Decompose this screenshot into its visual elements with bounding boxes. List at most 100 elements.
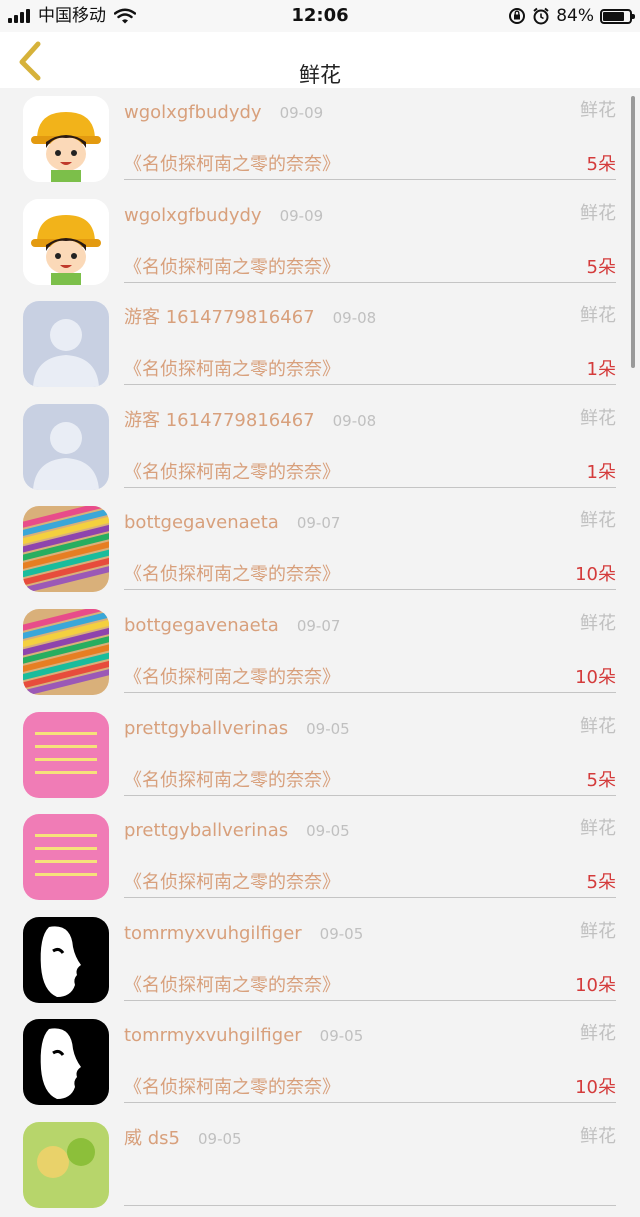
cartoon-girl-avatar <box>23 96 109 182</box>
avatar[interactable] <box>23 506 109 593</box>
sender-name: bottgegavenaeta 09-07 <box>124 512 340 534</box>
gift-list-item[interactable]: 游客 1614779816467 09-08 鲜花《名侦探柯南之零的奈奈》 1朵 <box>0 293 640 396</box>
page-title: 鲜花 <box>299 63 341 87</box>
work-title: 《名侦探柯南之零的奈奈》 <box>124 564 340 586</box>
gift-list-item[interactable]: tomrmyxvuhgilfiger 09-05 鲜花 《名侦探柯南之零的奈奈》 10朵 <box>0 909 640 1012</box>
sender-name: 游客 1614779816467 09-08 <box>124 307 376 329</box>
gift-list-item[interactable]: bottgegavenaeta 09-07 鲜花 《名侦探柯南之零的奈奈》 10朵 <box>0 498 640 601</box>
gift-date: 09-09 <box>279 206 324 225</box>
divider <box>124 794 616 796</box>
white-mask-avatar <box>23 1019 109 1106</box>
work-title: 《名侦探柯南之零的奈奈》 <box>124 461 340 483</box>
avatar[interactable] <box>23 711 109 798</box>
gift-list-item[interactable]: 游客 1614779816467 09-08 鲜花 《名侦探柯南之零的奈奈》 1朵 <box>0 396 640 499</box>
avatar[interactable] <box>23 608 109 695</box>
sender-name-text: 游客 1614779816467 <box>124 307 315 329</box>
gift-type: 鲜花 <box>580 305 616 327</box>
gift-type: 鲜花 <box>580 715 616 737</box>
colored-pencils-avatar <box>23 608 109 695</box>
gift-count: 10朵 <box>575 974 616 996</box>
food-photo-avatar <box>23 1121 109 1208</box>
gift-date: 09-05 <box>319 1027 364 1046</box>
divider <box>124 179 616 180</box>
sender-name: wgolxgfbudydy 09-09 <box>124 205 323 227</box>
avatar[interactable] <box>23 198 109 285</box>
gift-count: 5朵 <box>586 256 616 278</box>
avatar[interactable] <box>23 1019 109 1106</box>
sender-name-text: tomrmyxvuhgilfiger <box>124 1025 302 1047</box>
work-title: 《名侦探柯南之零的奈奈》 <box>124 872 340 894</box>
avatar[interactable] <box>23 96 109 182</box>
sender-name-text: wgolxgfbudydy <box>124 204 262 226</box>
work-title: 《名侦探柯南之零的奈奈》 <box>124 666 340 688</box>
default-person-avatar <box>23 301 109 388</box>
pink-text-card-avatar <box>23 814 109 901</box>
sender-name-text: bottgegavenaeta <box>124 614 279 636</box>
default-person-avatar <box>23 403 109 490</box>
gift-count: 5朵 <box>586 154 616 175</box>
gift-date: 09-08 <box>332 411 377 430</box>
sender-name-text: prettgyballverinas <box>124 717 289 739</box>
gift-type: 鲜花 <box>580 612 616 634</box>
avatar[interactable] <box>23 403 109 490</box>
sender-name-text: wgolxgfbudydy <box>124 102 262 123</box>
gift-count: 10朵 <box>575 1077 616 1099</box>
gift-list-item[interactable]: 威 ds5 09-05 鲜花 <box>0 1114 640 1217</box>
gift-list-item[interactable]: tomrmyxvuhgilfiger 09-05 鲜花 《名侦探柯南之零的奈奈》 10朵 <box>0 1011 640 1114</box>
gift-type: 鲜花 <box>580 100 616 121</box>
gift-list-item[interactable]: prettgyballverinas 09-05 鲜花 《名侦探柯南之零的奈奈》 5朵 <box>0 704 640 807</box>
divider <box>124 486 616 488</box>
divider <box>124 691 616 693</box>
gift-list-item[interactable]: bottgegavenaeta 09-07 鲜花 《名侦探柯南之零的奈奈》 10朵 <box>0 601 640 704</box>
gift-date: 09-05 <box>319 924 364 943</box>
gift-type: 鲜花 <box>580 407 616 429</box>
gift-date: 09-07 <box>296 514 341 533</box>
gift-date: 09-08 <box>332 309 377 328</box>
gift-date: 09-05 <box>306 719 350 738</box>
avatar[interactable] <box>23 1121 109 1208</box>
sender-name: tomrmyxvuhgilfiger 09-05 <box>124 923 363 945</box>
colored-pencils-avatar <box>23 506 109 593</box>
gift-list-item[interactable]: prettgyballverinas 09-05 鲜花《名侦探柯南之零的奈奈》 5朵 <box>0 806 640 909</box>
gift-count: 5朵 <box>586 872 616 894</box>
gift-list: wgolxgfbudydy 09-09 鲜花 《名侦探柯南之零的奈奈》 5朵 wgolx… <box>0 88 640 1217</box>
gift-type: 鲜花 <box>580 818 616 840</box>
gift-date: 09-05 <box>306 822 350 841</box>
gift-type: 鲜花 <box>580 1125 616 1147</box>
sender-name: 威 ds5 09-05 <box>124 1128 242 1150</box>
sender-name: bottgegavenaeta 09-07 <box>124 615 340 637</box>
avatar[interactable] <box>23 301 109 388</box>
divider <box>124 589 616 591</box>
gift-list-item[interactable]: wgolxgfbudydy 09-09 鲜花《名侦探柯南之零的奈奈》 5朵 <box>0 191 640 294</box>
gift-date: 09-05 <box>197 1129 242 1148</box>
white-mask-avatar <box>23 916 109 1003</box>
work-title: 《名侦探柯南之零的奈奈》 <box>124 256 340 278</box>
gift-list-item[interactable]: wgolxgfbudydy 09-09 鲜花 《名侦探柯南之零的奈奈》 5朵 <box>0 88 640 191</box>
battery-percent: 84% <box>556 6 594 26</box>
avatar[interactable] <box>23 814 109 901</box>
rotation-lock-icon <box>509 8 526 24</box>
divider <box>124 281 616 283</box>
status-bar: 中国移动 12:06 84% <box>0 0 640 32</box>
battery-icon <box>600 8 635 24</box>
gift-date: 09-09 <box>279 104 324 122</box>
divider <box>124 897 616 899</box>
sender-name-text: 威 ds5 <box>124 1127 180 1149</box>
scrollbar[interactable] <box>631 96 635 368</box>
gift-type: 鲜花 <box>580 202 616 224</box>
sender-name-text: bottgegavenaeta <box>124 512 279 534</box>
sender-name: prettgyballverinas 09-05 <box>124 718 350 740</box>
sender-name-text: 游客 1614779816467 <box>124 409 315 431</box>
work-title: 《名侦探柯南之零的奈奈》 <box>124 359 340 381</box>
divider <box>124 384 616 386</box>
pink-text-card-avatar <box>23 711 109 798</box>
gift-type: 鲜花 <box>580 1023 616 1045</box>
divider <box>124 1102 616 1104</box>
sender-name: wgolxgfbudydy 09-09 <box>124 102 323 124</box>
gift-type: 鲜花 <box>580 920 616 942</box>
gift-count: 1朵 <box>586 359 616 381</box>
sender-name-text: prettgyballverinas <box>124 820 289 842</box>
gift-count: 5朵 <box>586 769 616 791</box>
avatar[interactable] <box>23 916 109 1003</box>
gift-type: 鲜花 <box>580 510 616 532</box>
